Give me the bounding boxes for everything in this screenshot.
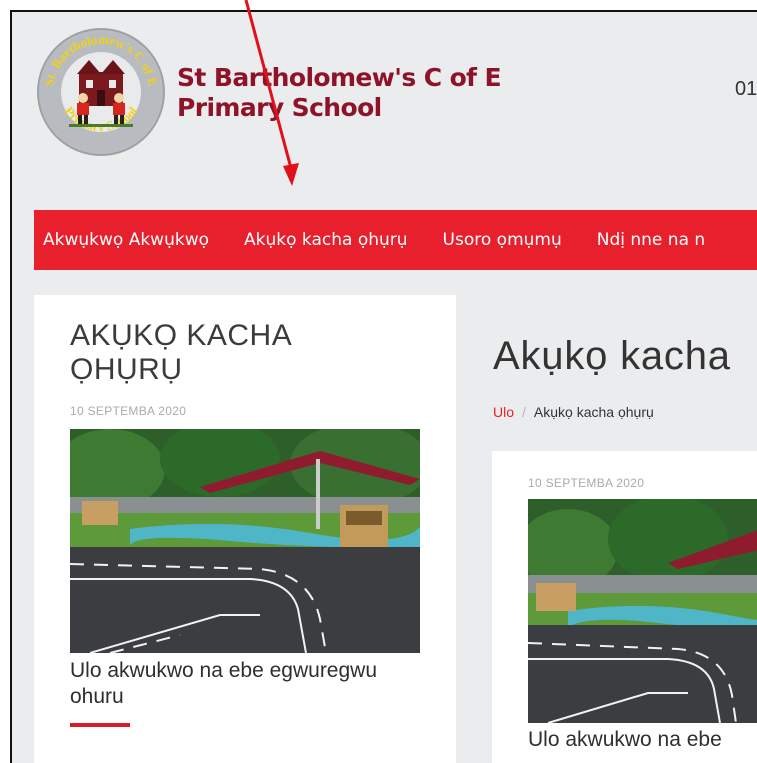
breadcrumb-current: Akụkọ kacha ọhụrụ xyxy=(533,404,654,420)
news-title-link[interactable]: Ulo akwukwo na ebe egwuregwu ohuru xyxy=(70,658,410,710)
divider xyxy=(70,723,130,727)
latest-news-widget: AKỤKỌ KACHA ỌHỤRỤ 10 SEPTEMBA 2020 Ulo a… xyxy=(34,295,456,763)
article-date: 10 SEPTEMBA 2020 xyxy=(528,476,645,490)
page-title: Akụkọ kacha xyxy=(493,334,731,378)
breadcrumb: Ulo / Akụkọ kacha ọhụrụ xyxy=(493,404,654,420)
nav-item-curriculum[interactable]: Usoro ọmụmụ xyxy=(443,230,562,250)
breadcrumb-home-link[interactable]: Ulo xyxy=(493,404,514,420)
school-name-line2: Primary School xyxy=(177,93,382,122)
widget-heading: AKỤKỌ KACHA ỌHỤRỤ xyxy=(70,319,291,386)
news-thumbnail[interactable] xyxy=(70,429,420,653)
nav-item-school-books[interactable]: Akwụkwọ Akwụkwọ xyxy=(43,230,209,250)
browser-viewport: St. Bartholomew's C of E Primary School xyxy=(0,0,757,763)
nav-item-parents[interactable]: Ndị nne na n xyxy=(597,230,705,250)
article-card: 10 SEPTEMBA 2020 Ulo akwukwo na ebe xyxy=(492,451,757,763)
main-navigation: Akwụkwọ Akwụkwọ Akụkọ kacha ọhụrụ Usoro … xyxy=(34,210,757,270)
article-thumbnail[interactable] xyxy=(528,499,757,723)
school-name[interactable]: St Bartholomew's C of E Primary School xyxy=(177,63,517,123)
school-logo-icon[interactable]: St. Bartholomew's C of E Primary School xyxy=(37,28,165,156)
phone-number[interactable]: 01 xyxy=(735,78,757,101)
school-logo-graphic: St. Bartholomew's C of E Primary School xyxy=(41,32,161,152)
article-title-link[interactable]: Ulo akwukwo na ebe xyxy=(528,727,757,753)
school-name-line1: St Bartholomew's C of E xyxy=(177,63,502,92)
breadcrumb-separator: / xyxy=(522,404,526,420)
nav-item-latest-news[interactable]: Akụkọ kacha ọhụrụ xyxy=(244,230,408,250)
article-photo xyxy=(528,499,757,723)
news-date: 10 SEPTEMBA 2020 xyxy=(70,404,187,418)
school-website: St. Bartholomew's C of E Primary School xyxy=(10,10,757,763)
playground-photo xyxy=(70,429,420,653)
